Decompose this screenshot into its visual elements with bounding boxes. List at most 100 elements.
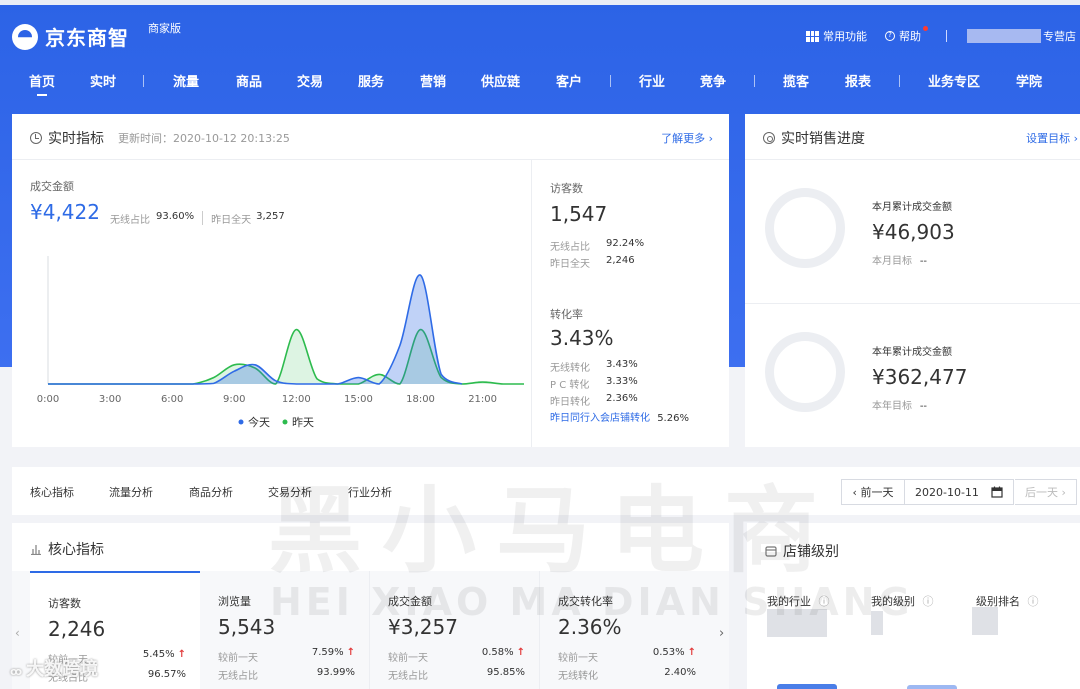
kpi-share-value: 96.57% — [147, 669, 186, 680]
nav-tab-marketing[interactable]: 营销 — [420, 71, 446, 90]
visitors-wireless-label: 无线占比 — [550, 242, 590, 253]
my-industry: 我的行业 ⓘ — [767, 593, 830, 609]
kpi-label: 成交转化率 — [558, 595, 613, 608]
kpi-value: 2,246 — [48, 617, 106, 641]
conv-yesterday-value: 2.36% — [606, 393, 638, 404]
nav-tab-reports[interactable]: 报表 — [845, 71, 871, 90]
kpi-compare-label: 较前一天 — [218, 653, 258, 664]
info-icon[interactable]: ⓘ — [1028, 595, 1039, 608]
kpi-conversion-rate[interactable]: 成交转化率 2.36% 较前一天 0.53% ↑ 无线转化 2.40% — [540, 571, 710, 689]
next-day-button[interactable]: 后一天 › — [1015, 479, 1077, 505]
subtab-traffic-analysis[interactable]: 流量分析 — [109, 484, 153, 500]
help-label: 帮助 — [899, 30, 921, 43]
prev-day-button[interactable]: ‹ 前一天 — [841, 479, 905, 505]
month-gmv-label: 本月累计成交金额 — [872, 202, 952, 213]
realtime-title: 实时指标 更新时间：2020-10-12 20:13:25 — [30, 128, 290, 148]
legend-dot — [238, 419, 244, 425]
common-features-button[interactable]: 常用功能 — [806, 28, 867, 44]
legend-label: 今天 — [248, 415, 270, 429]
kpi-share-label: 无线占比 — [388, 671, 428, 682]
logo-text: 京东商智 — [45, 26, 129, 50]
nav-tab-supply-chain[interactable]: 供应链 — [481, 71, 520, 90]
shop-icon — [765, 546, 777, 557]
help-button[interactable]: ? 帮助 — [885, 25, 928, 44]
kpi-label: 浏览量 — [218, 595, 251, 608]
visitors-yesterday-value: 2,246 — [606, 255, 635, 266]
my-level: 我的级别 ⓘ — [871, 593, 934, 609]
grid-icon — [806, 30, 819, 42]
kpi-strip: ‹ › 访客数 2,246 较前一天 5.45% ↑ 无线占比 96.57% 浏览… — [12, 571, 729, 689]
jd-logo-icon — [12, 23, 38, 50]
corner-watermark: ꝏ 大数跨境 — [10, 655, 98, 681]
nav-tab-products[interactable]: 商品 — [236, 71, 262, 90]
conv-pc-label: P C 转化 — [550, 380, 590, 391]
kpi-compare-label: 较前一天 — [388, 653, 428, 664]
subtab-trade-analysis[interactable]: 交易分析 — [268, 484, 312, 500]
kpi-value: ¥3,257 — [388, 615, 458, 639]
arrow-up-icon: ↑ — [687, 647, 696, 658]
set-target-link[interactable]: 设置目标 › — [1026, 130, 1078, 146]
nav-tab-service[interactable]: 服务 — [358, 71, 384, 90]
scroll-right-icon[interactable]: › — [719, 626, 724, 641]
kpi-share-value: 2.40% — [664, 667, 696, 678]
notification-dot — [923, 25, 928, 31]
date-picker[interactable]: 2020-10-11 — [904, 479, 1014, 505]
month-target: 本月目标 -- — [872, 252, 927, 267]
industry-conv-value: 5.26% — [657, 413, 689, 424]
nav-tab-competition[interactable]: 竞争 — [700, 71, 726, 90]
series-area-today — [48, 274, 462, 384]
logo[interactable]: 京东商智 商家版 — [12, 22, 181, 51]
divider — [946, 30, 947, 42]
my-level-redacted — [871, 611, 883, 635]
nav-tab-customers[interactable]: 客户 — [556, 71, 582, 90]
shop-name-suffix[interactable]: 专营店 — [1043, 28, 1076, 44]
arrow-up-icon: ↑ — [177, 649, 186, 660]
info-icon[interactable]: ⓘ — [819, 595, 830, 608]
kpi-share-label: 无线占比 — [218, 671, 258, 682]
common-features-label: 常用功能 — [823, 30, 867, 43]
kpi-share-value: 95.85% — [486, 667, 525, 678]
kpi-pageviews[interactable]: 浏览量 5,543 较前一天 7.59% ↑ 无线占比 93.99% — [200, 571, 370, 689]
industry-conversion[interactable]: 昨日同行入会店铺转化 5.26% — [550, 409, 689, 424]
nav-tab-trade[interactable]: 交易 — [297, 71, 323, 90]
nav-tab-acquisition[interactable]: 揽客 — [783, 71, 809, 90]
sales-progress-title-text: 实时销售进度 — [781, 131, 865, 147]
kpi-label: 访客数 — [48, 597, 81, 610]
sales-progress-title: 实时销售进度 — [763, 128, 865, 148]
nav-tab-traffic[interactable]: 流量 — [173, 71, 199, 90]
nav-tab-home[interactable]: 首页 — [29, 71, 55, 96]
kpi-compare: 0.58% ↑ — [482, 647, 525, 658]
top-right-bar: 常用功能 ? 帮助 专营店 — [788, 25, 1076, 44]
kpi-compare-value: 0.53% — [652, 647, 685, 658]
legend-dot — [282, 419, 288, 425]
year-target-value: -- — [919, 401, 928, 412]
realtime-line-chart[interactable]: 0:00 3:00 6:00 9:00 12:00 15:00 18:00 21:00 今天 昨天 — [26, 250, 526, 440]
nav-tab-academy[interactable]: 学院 — [1016, 71, 1042, 90]
info-icon[interactable]: ⓘ — [923, 595, 934, 608]
month-progress-ring — [765, 188, 845, 268]
learn-more-link[interactable]: 了解更多 › — [661, 130, 713, 146]
main-nav: 首页 实时 流量 商品 交易 服务 营销 供应链 客户 行业 竞争 揽客 报表 … — [0, 71, 1080, 96]
kpi-value: 2.36% — [558, 615, 622, 639]
realtime-card: 实时指标 更新时间：2020-10-12 20:13:25 了解更多 › 成交金… — [12, 114, 729, 447]
visitors-yesterday-label: 昨日全天 — [550, 259, 590, 270]
nav-tab-realtime[interactable]: 实时 — [90, 71, 116, 90]
x-tick-label: 21:00 — [468, 394, 497, 405]
level-bar — [907, 685, 957, 689]
core-metrics-card: 核心指标 ‹ › 访客数 2,246 较前一天 5.45% ↑ 无线占比 96.5… — [12, 523, 729, 689]
nav-divider — [754, 75, 755, 87]
nav-tab-business-zone[interactable]: 业务专区 — [928, 71, 980, 90]
help-icon: ? — [885, 31, 895, 41]
x-tick-label: 9:00 — [223, 394, 245, 405]
subtab-industry-analysis[interactable]: 行业分析 — [348, 484, 392, 500]
core-metrics-title: 核心指标 — [30, 539, 104, 559]
bar-chart-icon — [31, 544, 41, 555]
subtab-product-analysis[interactable]: 商品分析 — [189, 484, 233, 500]
gmv-value: ¥4,422 — [30, 200, 100, 224]
year-target: 本年目标 -- — [872, 397, 927, 412]
nav-tab-industry[interactable]: 行业 — [639, 71, 665, 90]
scroll-left-icon[interactable]: ‹ — [15, 626, 20, 640]
subtab-core-metrics[interactable]: 核心指标 — [30, 484, 74, 500]
kpi-gmv[interactable]: 成交金额 ¥3,257 较前一天 0.58% ↑ 无线占比 95.85% — [370, 571, 540, 689]
core-metrics-header: 核心指标 — [12, 523, 729, 571]
